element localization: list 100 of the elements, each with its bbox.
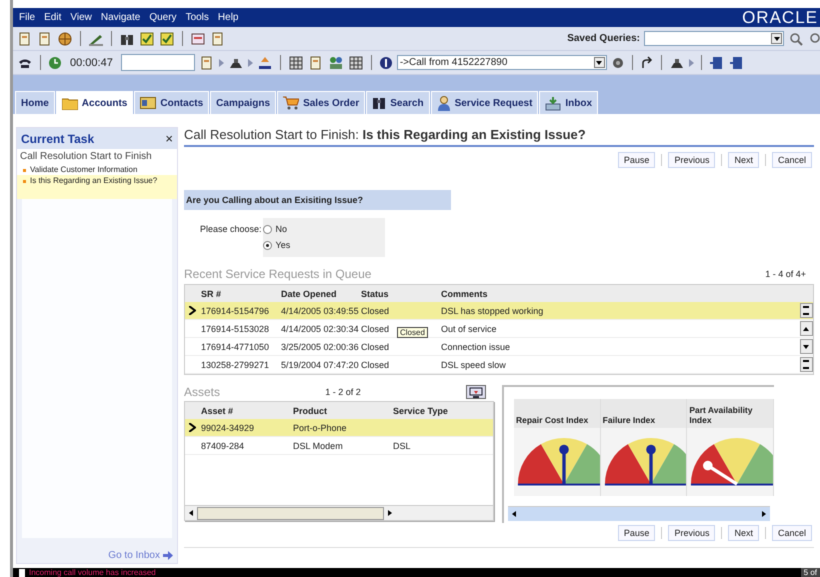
export-button[interactable] — [466, 385, 486, 399]
column-header[interactable]: SR # — [199, 288, 279, 298]
tooltip: Closed — [397, 327, 428, 338]
scroll-button[interactable] — [800, 321, 812, 336]
wizard-button[interactable]: Previous — [668, 152, 716, 168]
table-row[interactable]: 130258-2799271 5/19/2004 07:47:20 Closed DSL speed slow — [185, 356, 813, 374]
tab[interactable]: Home — [15, 91, 55, 114]
menu-item[interactable]: Navigate — [100, 12, 140, 23]
wizard-button[interactable]: Previous — [668, 525, 716, 541]
door-icon[interactable] — [708, 54, 725, 70]
radio-button[interactable] — [262, 224, 272, 234]
status-message: Incoming call volume has increased — [29, 568, 156, 577]
column-header[interactable]: Date Opened — [279, 288, 359, 298]
scroll-button[interactable] — [800, 303, 812, 318]
logo: ORACLE — [742, 8, 819, 28]
door-icon[interactable] — [728, 54, 745, 70]
tab[interactable]: Service Request — [430, 91, 538, 114]
saved-queries-label: Saved Queries: — [567, 33, 640, 44]
page-indicator: 5 of — [800, 568, 820, 577]
upload-icon[interactable] — [256, 54, 273, 70]
menu-item[interactable]: View — [70, 12, 92, 23]
person-icon — [436, 96, 451, 110]
table-cell-text: 4/14/2005 03:49:55 — [280, 306, 359, 316]
record-count: 1 - 4 of 4+ — [765, 269, 806, 279]
arrow-icon — [688, 58, 694, 66]
table-cell-text: Out of service — [440, 324, 498, 334]
folder-icon — [62, 96, 78, 110]
table-cell-text: 176914-5154796 — [200, 306, 270, 316]
table-cell-text: Closed — [360, 342, 390, 352]
task-step[interactable]: Validate Customer Information — [17, 164, 177, 175]
globe-icon[interactable] — [57, 30, 73, 46]
radio-option[interactable]: Yes — [262, 237, 385, 253]
tab[interactable]: Campaigns — [210, 91, 276, 114]
grid-icon[interactable] — [288, 54, 304, 70]
forward-icon[interactable] — [640, 56, 654, 70]
cart-icon — [283, 96, 300, 110]
go-to-inbox-link[interactable]: Go to Inbox — [104, 538, 177, 563]
table-cell-text: Closed — [360, 360, 390, 370]
table-cell-text: 99024-34929 — [200, 422, 256, 432]
info-icon[interactable] — [378, 56, 393, 70]
table-row[interactable]: 99024-34929 Port-o-Phone — [185, 419, 493, 437]
table-cell-text: 176914-4771050 — [200, 342, 270, 352]
table-cell-text: 130258-2799271 — [200, 360, 270, 370]
checklist-icon[interactable] — [159, 30, 175, 46]
column-header[interactable]: Product — [291, 406, 391, 416]
step-label: Is this Regarding an Existing Issue? — [30, 176, 158, 187]
grid-icon[interactable] — [348, 54, 364, 70]
row-pointer-icon — [188, 306, 196, 315]
wizard-button[interactable]: Pause — [618, 525, 656, 541]
column-header[interactable]: Asset # — [199, 406, 291, 416]
table-row[interactable]: 176914-4771050 3/25/2005 02:00:36 Closed Connection issue — [185, 338, 813, 356]
column-header[interactable]: Comments — [439, 288, 799, 298]
scroll-button[interactable] — [800, 357, 812, 372]
step-label: Validate Customer Information — [30, 165, 138, 174]
menu-item[interactable]: File — [19, 12, 36, 23]
row-pointer-icon — [188, 423, 196, 432]
gauge-label: Repair Cost Index — [514, 399, 600, 428]
tab[interactable]: Sales Order — [277, 91, 366, 114]
table-row[interactable]: 176914-5154796 4/14/2005 03:49:55 Closed DSL has stopped working — [185, 302, 813, 320]
tray-icon — [545, 96, 562, 110]
close-button[interactable]: × — [165, 131, 173, 146]
column-header[interactable]: Service Type — [391, 406, 493, 416]
menu-item[interactable]: Tools — [186, 12, 209, 23]
arrow-icon — [163, 551, 173, 560]
clock-icon — [48, 56, 62, 70]
task-step[interactable]: Is this Regarding an Existing Issue? — [17, 175, 177, 199]
table-cell-text: 176914-5153028 — [200, 324, 270, 334]
table-cell-text: 5/19/2004 07:47:20 — [280, 360, 359, 370]
alert-icon — [19, 568, 25, 576]
table-cell-text: 87409-284 — [200, 440, 246, 450]
horizontal-scrollbar[interactable] — [185, 505, 493, 520]
column-header[interactable]: Status — [359, 288, 439, 298]
wizard-button[interactable]: Cancel — [772, 525, 812, 541]
table-cell-text: Port-o-Phone — [292, 422, 348, 432]
menu-item[interactable]: Help — [218, 12, 238, 23]
radio-option[interactable]: No — [262, 221, 385, 237]
menu-item[interactable]: Edit — [44, 12, 62, 23]
menu-item[interactable]: Query — [149, 12, 177, 23]
gauge-label: Failure Index — [600, 399, 686, 428]
input-field[interactable] — [120, 54, 195, 71]
arrow-icon — [248, 58, 253, 66]
tab[interactable]: Inbox — [539, 91, 598, 114]
table-cell-text: DSL Modem — [292, 440, 344, 450]
record-count: 1 - 2 of 2 — [325, 387, 361, 397]
wizard-button[interactable]: Pause — [618, 152, 656, 168]
wizard-button[interactable]: Next — [728, 525, 759, 541]
wizard-button[interactable]: Cancel — [772, 152, 812, 168]
tab[interactable]: Search — [366, 91, 430, 114]
record-icon[interactable] — [610, 56, 625, 70]
horizontal-scrollbar[interactable] — [508, 506, 770, 521]
note-icon[interactable] — [190, 30, 206, 46]
scroll-button[interactable] — [800, 339, 812, 354]
tab[interactable]: Contacts — [134, 91, 210, 114]
tab[interactable]: Accounts — [56, 91, 134, 114]
radio-button[interactable] — [262, 240, 272, 250]
checklist-icon[interactable] — [139, 30, 155, 46]
call-select[interactable]: ->Call from 4152227890 — [396, 55, 607, 70]
saved-queries-select[interactable] — [644, 31, 784, 46]
wizard-button[interactable]: Next — [728, 152, 759, 168]
people-icon[interactable] — [328, 54, 344, 70]
